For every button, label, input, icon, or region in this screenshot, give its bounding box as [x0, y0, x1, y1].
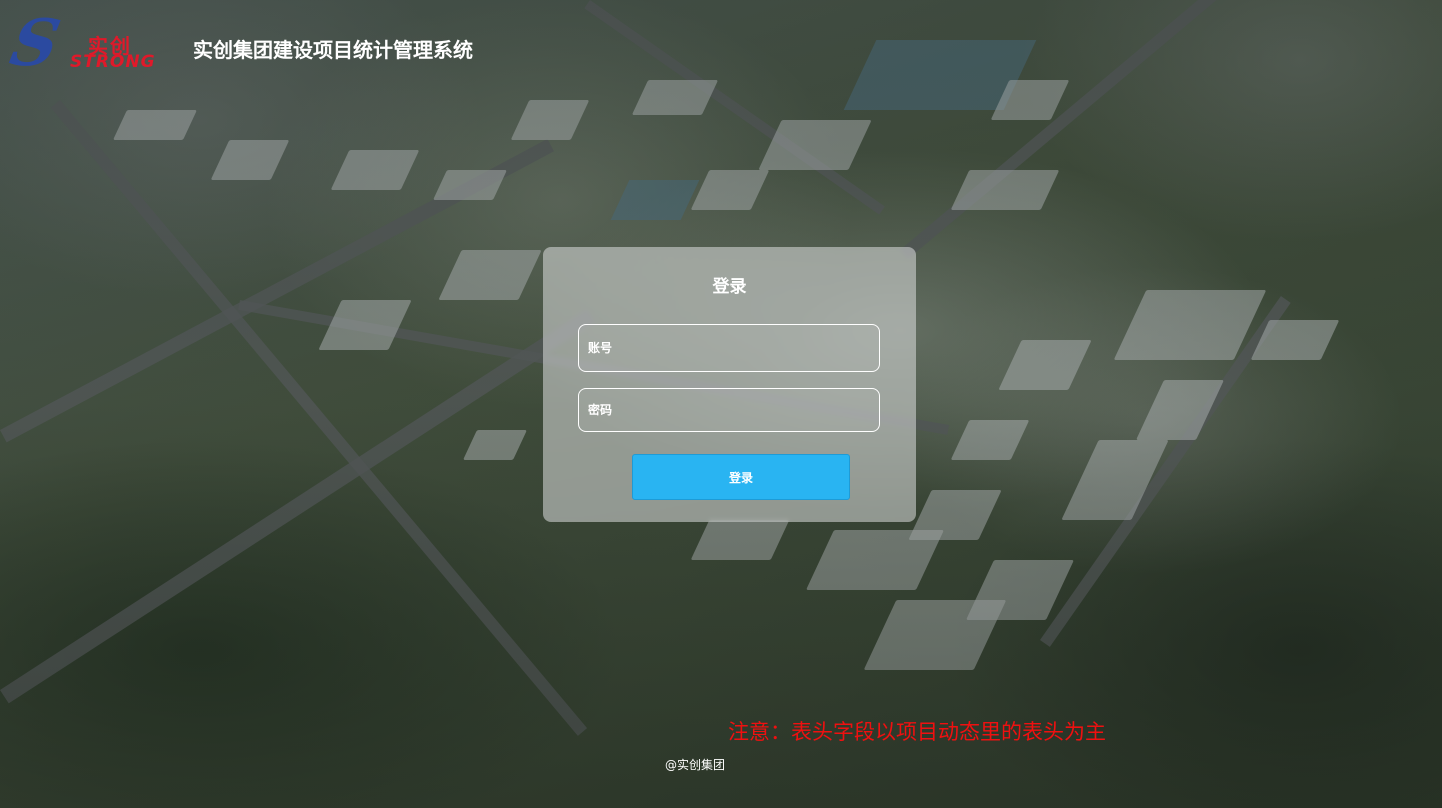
app-title: 实创集团建设项目统计管理系统	[193, 38, 473, 62]
login-button[interactable]: 登录	[632, 454, 850, 500]
footer-copyright: @实创集团	[665, 758, 726, 772]
company-logo: S 实创 STRONG	[4, 6, 166, 81]
password-input[interactable]	[579, 389, 879, 431]
login-card: 登录 登录	[543, 247, 916, 522]
password-field[interactable]	[578, 388, 880, 432]
logo-english-text: STRONG	[70, 52, 156, 72]
login-title: 登录	[712, 277, 747, 297]
account-field[interactable]	[578, 324, 880, 372]
logo-mark-icon: S	[4, 6, 67, 81]
account-input[interactable]	[579, 325, 879, 371]
notice-text: 注意：表头字段以项目动态里的表头为主	[728, 720, 1106, 744]
